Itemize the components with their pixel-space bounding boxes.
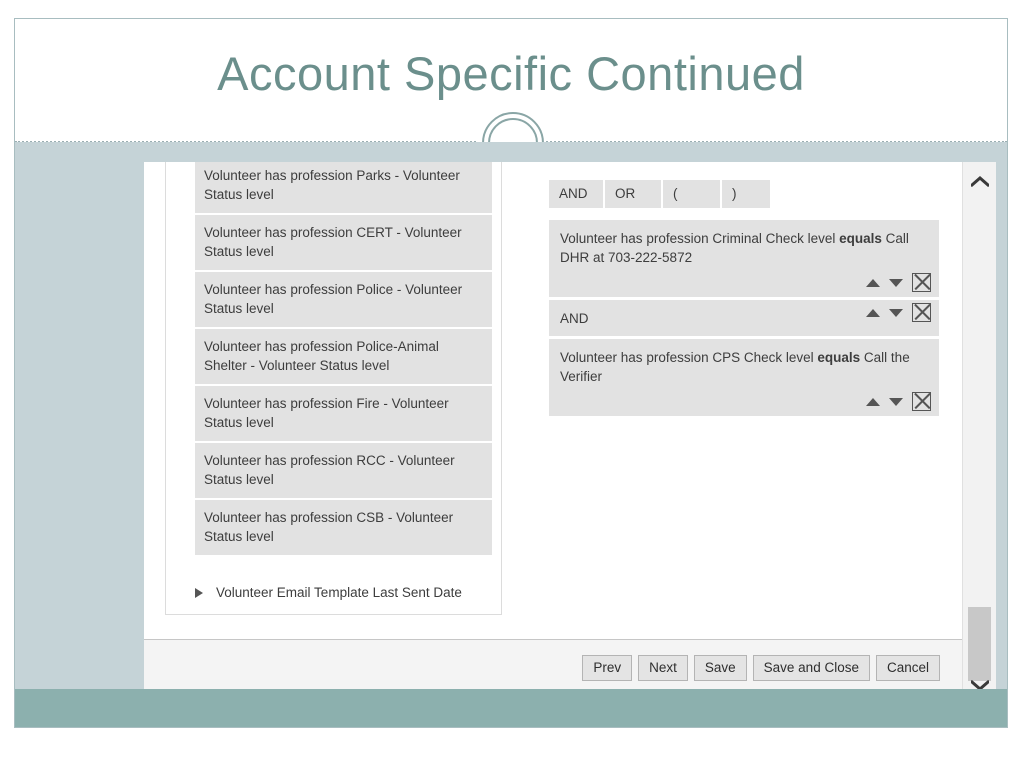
prev-button[interactable]: Prev: [582, 655, 633, 681]
x-box-icon[interactable]: [912, 273, 931, 292]
list-item[interactable]: Volunteer has profession Fire - Voluntee…: [195, 386, 492, 441]
triangle-up-icon[interactable]: [866, 278, 880, 287]
cancel-button[interactable]: Cancel: [875, 655, 940, 681]
triangle-right-icon[interactable]: [195, 587, 203, 598]
operator-button-open-paren[interactable]: (: [663, 180, 720, 208]
page-title: Account Specific Continued: [217, 47, 805, 100]
slide-body: Volunteer has profession Parks - Volunte…: [15, 142, 1007, 727]
tree-list: Volunteer has profession Parks - Volunte…: [166, 162, 501, 604]
slide-frame: Account Specific Continued Volunteer has…: [14, 18, 1008, 728]
list-item[interactable]: Volunteer has profession CERT - Voluntee…: [195, 215, 492, 270]
x-box-icon[interactable]: [912, 392, 931, 411]
application-window: Volunteer has profession Parks - Volunte…: [144, 162, 996, 705]
criteria-row-actions: [866, 303, 931, 322]
app-content-area: Volunteer has profession Parks - Volunte…: [144, 162, 962, 639]
operator-button-row: AND OR ( ): [549, 180, 939, 208]
list-item[interactable]: Volunteer has profession Police - Volunt…: [195, 272, 492, 327]
criteria-row[interactable]: AND: [549, 300, 939, 336]
accent-bar: [15, 689, 1007, 727]
criteria-row-actions: [866, 392, 931, 411]
operator-button-or[interactable]: OR: [605, 180, 661, 208]
list-item[interactable]: Volunteer has profession RCC - Volunteer…: [195, 443, 492, 498]
criteria-row[interactable]: Volunteer has profession Criminal Check …: [549, 220, 939, 297]
vertical-scrollbar[interactable]: [962, 162, 996, 705]
triangle-down-icon[interactable]: [889, 308, 903, 317]
criteria-builder-panel: AND OR ( ) Volunteer has profession Crim…: [549, 180, 939, 419]
criteria-text-before: Volunteer has profession Criminal Check …: [560, 231, 840, 246]
criteria-text-before: AND: [560, 311, 589, 326]
x-box-icon[interactable]: [912, 303, 931, 322]
list-item[interactable]: Volunteer has profession Police-Animal S…: [195, 329, 492, 384]
tree-node-volunteer-email-template-last-sent-date[interactable]: Volunteer Email Template Last Sent Date: [195, 581, 492, 604]
criteria-row[interactable]: Volunteer has profession CPS Check level…: [549, 339, 939, 416]
tree-node-label: Volunteer Email Template Last Sent Date: [216, 585, 462, 600]
footer-button-group: Prev Next Save Save and Close Cancel: [582, 655, 940, 681]
triangle-up-icon[interactable]: [866, 397, 880, 406]
scrollbar-thumb[interactable]: [968, 607, 991, 681]
triangle-down-icon[interactable]: [889, 397, 903, 406]
operator-button-and[interactable]: AND: [549, 180, 603, 208]
chevron-up-icon[interactable]: [970, 176, 989, 187]
next-button[interactable]: Next: [638, 655, 688, 681]
criteria-operator: equals: [839, 231, 882, 246]
criteria-row-actions: [866, 273, 931, 292]
list-item[interactable]: Volunteer has profession Parks - Volunte…: [195, 162, 492, 213]
list-item[interactable]: Volunteer has profession CSB - Volunteer…: [195, 500, 492, 555]
save-and-close-button[interactable]: Save and Close: [752, 655, 870, 681]
operator-button-close-paren[interactable]: ): [722, 180, 770, 208]
criteria-field-tree-panel[interactable]: Volunteer has profession Parks - Volunte…: [165, 162, 502, 615]
triangle-down-icon[interactable]: [889, 278, 903, 287]
save-button[interactable]: Save: [693, 655, 747, 681]
criteria-operator: equals: [817, 350, 861, 365]
triangle-up-icon[interactable]: [866, 308, 880, 317]
criteria-text-before: Volunteer has profession CPS Check level: [560, 350, 818, 365]
